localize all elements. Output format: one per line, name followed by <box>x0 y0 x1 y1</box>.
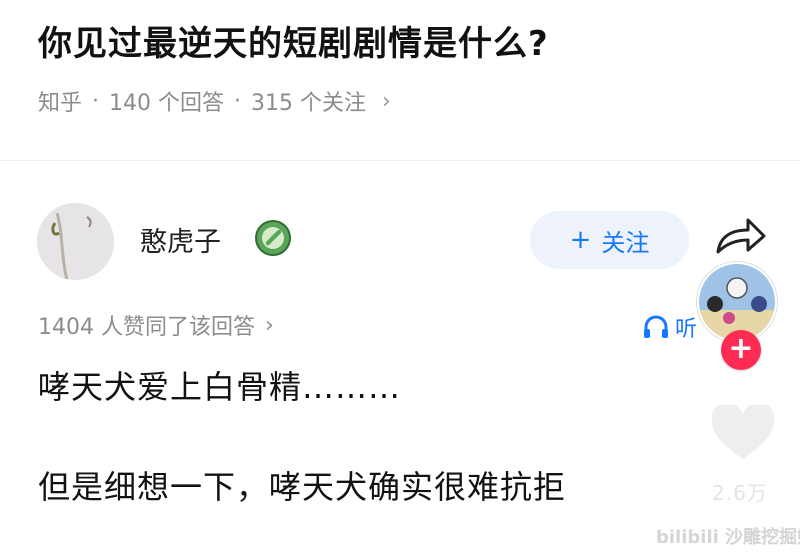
source-label: 知乎 <box>38 91 83 116</box>
divider <box>0 160 800 161</box>
author-name[interactable]: 憨虎子 <box>140 220 221 259</box>
follow-label: 关注 <box>601 228 650 257</box>
badge-icon <box>254 219 292 257</box>
question-meta[interactable]: 知乎 · 140 个回答 · 315 个关注 › <box>38 85 391 117</box>
creator-follow-button[interactable]: + <box>721 330 761 370</box>
share-icon[interactable] <box>712 214 768 258</box>
separator: · <box>234 88 242 114</box>
follow-button[interactable]: + 关注 <box>530 211 689 269</box>
answer-line-2: 但是细想一下，哮天犬确实很难抗拒 <box>38 468 567 506</box>
chevron-right-icon: › <box>264 312 274 338</box>
likes-line[interactable]: 1404 人赞同了该回答 › <box>38 309 274 341</box>
listen-button[interactable]: 听 <box>643 311 697 343</box>
answer-line-1: 哮天犬爱上白骨精……… <box>38 368 402 406</box>
follower-count: 315 个关注 <box>251 91 367 116</box>
plus-icon: + <box>569 225 592 255</box>
chevron-right-icon: › <box>382 88 391 114</box>
answer-count: 140 个回答 <box>109 91 225 116</box>
listen-label: 听 <box>675 317 698 342</box>
heart-icon[interactable] <box>710 402 776 461</box>
likes-text: 1404 人赞同了该回答 <box>38 315 255 340</box>
author-avatar[interactable] <box>37 203 114 280</box>
watermark: bilibili 沙雕挖掘姬 <box>656 527 800 548</box>
like-count: 2.6万 <box>712 481 768 505</box>
separator: · <box>92 88 100 114</box>
question-title[interactable]: 你见过最逆天的短剧剧情是什么? <box>38 16 549 65</box>
headphones-icon <box>644 315 668 338</box>
